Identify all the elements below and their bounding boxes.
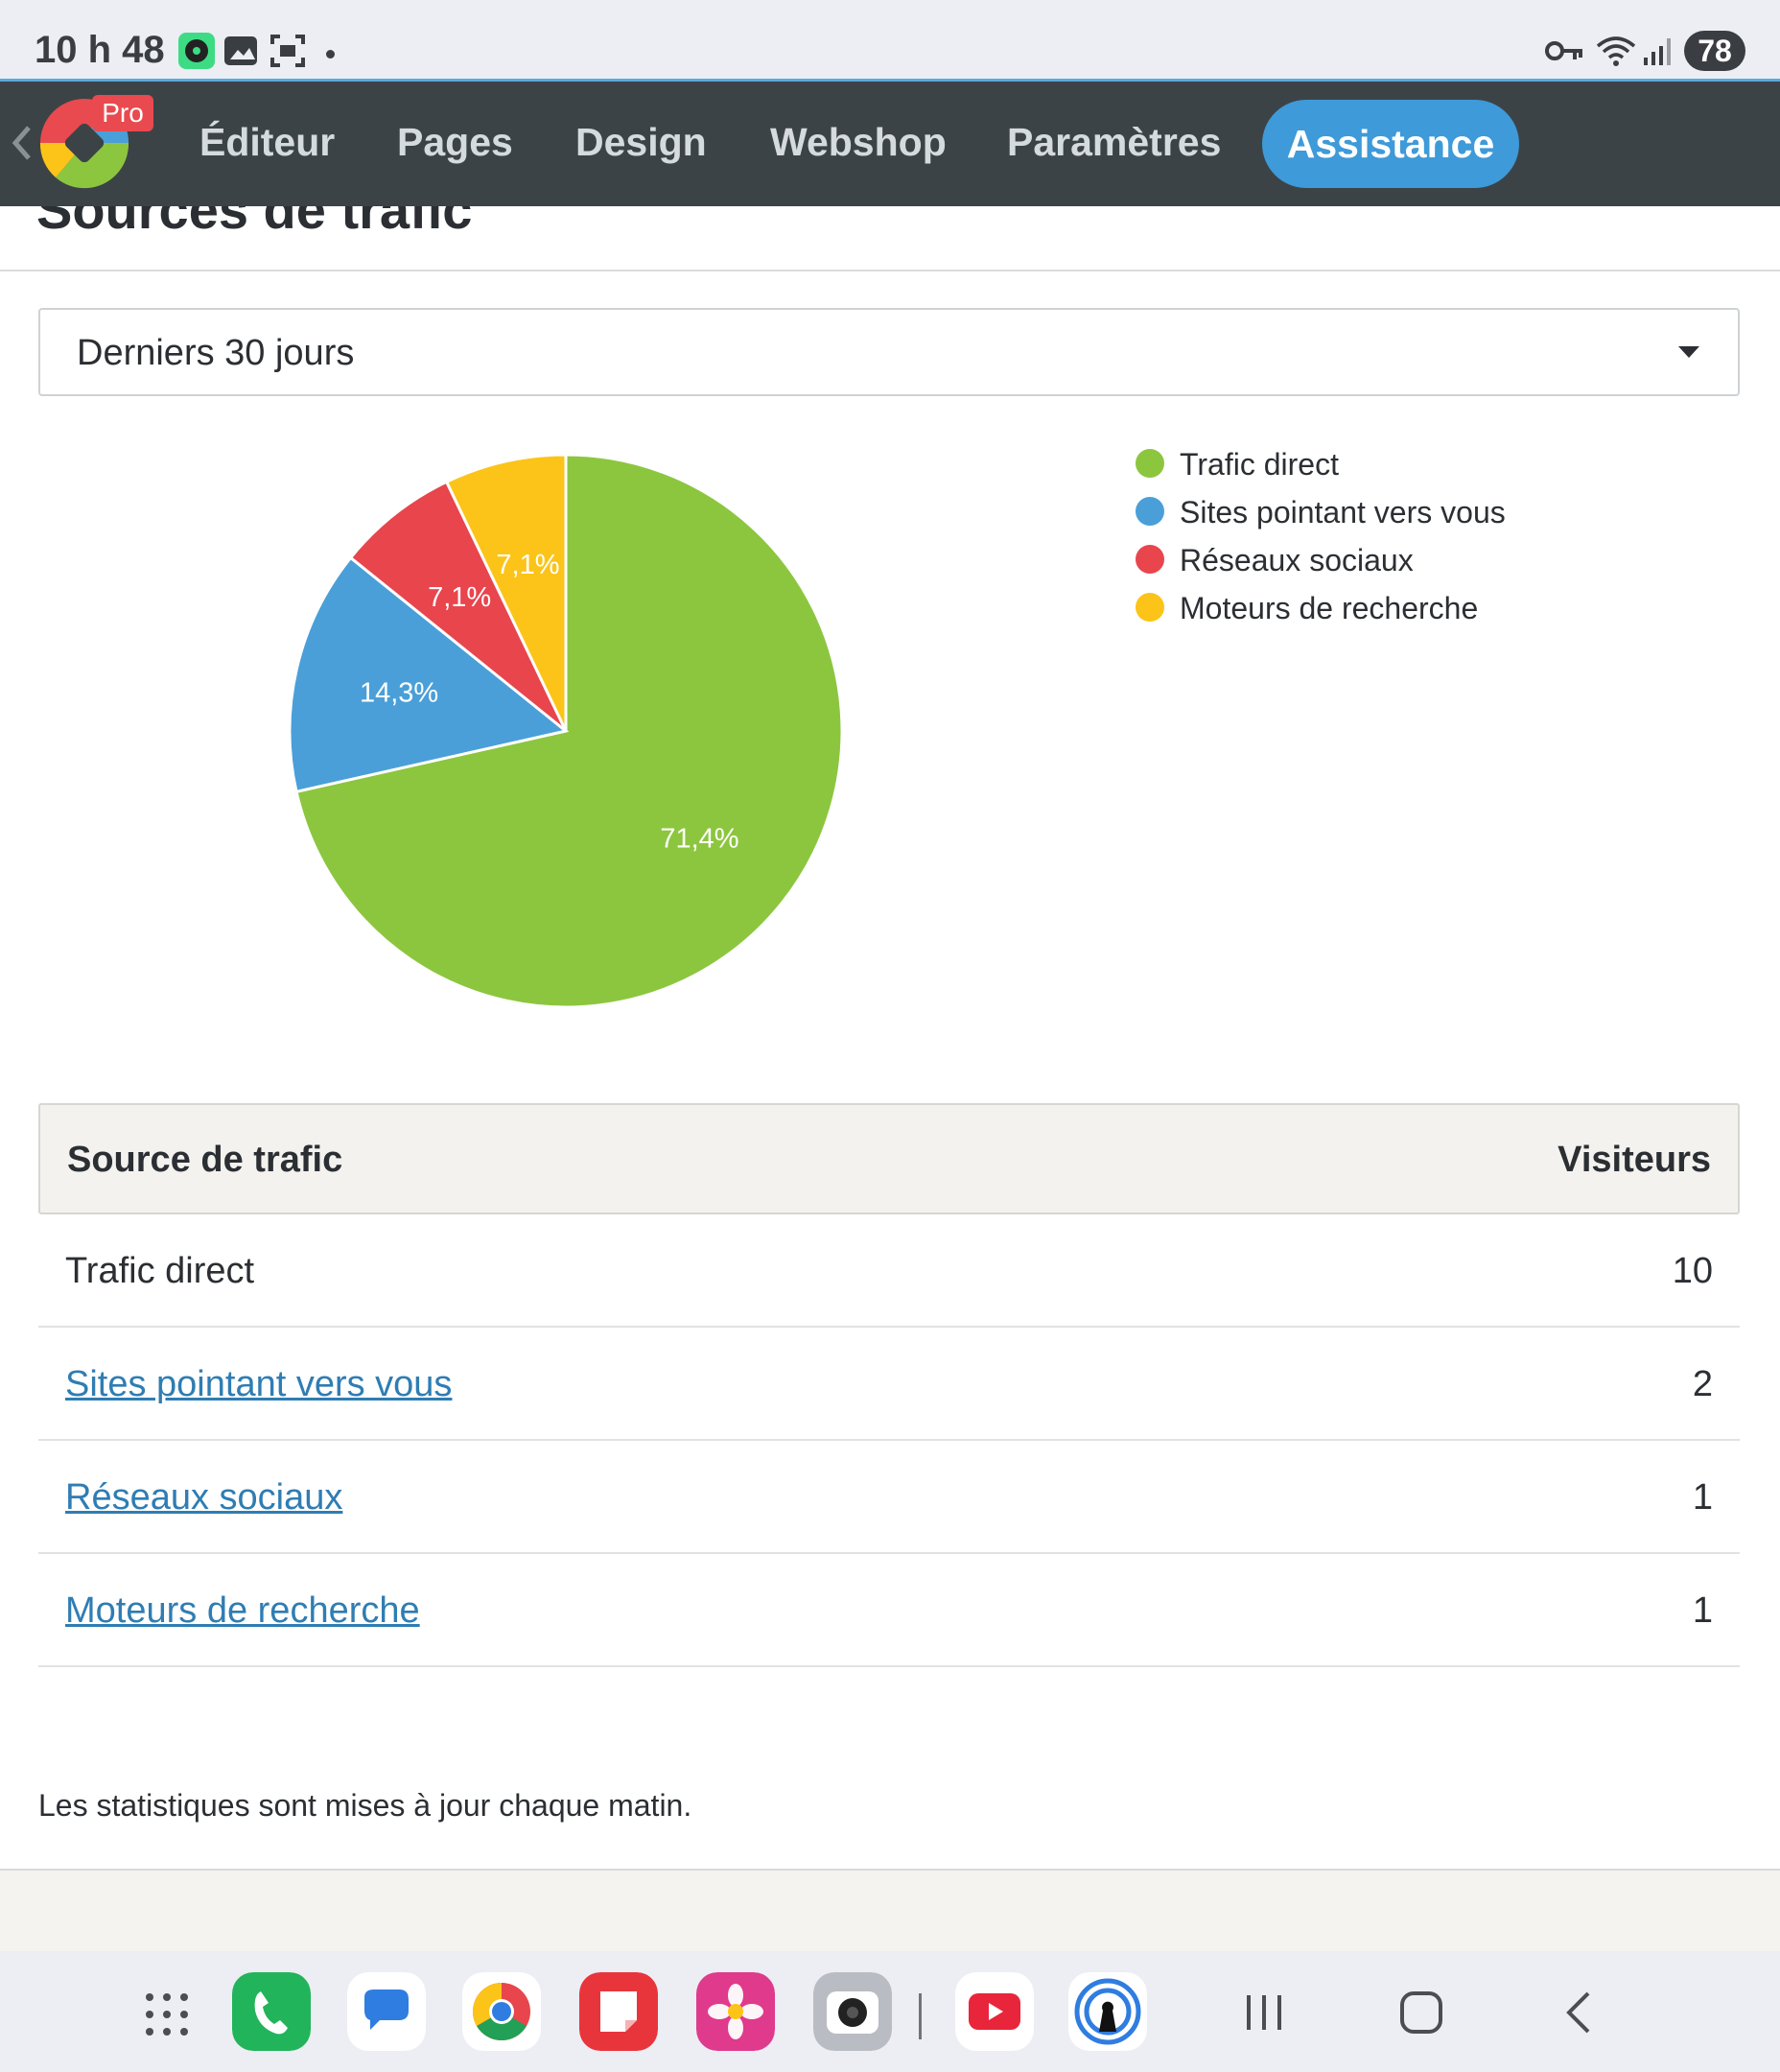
status-time: 10 h 48 [35, 29, 165, 71]
back-icon[interactable] [1561, 1990, 1596, 2036]
column-header-source: Source de trafic [67, 1140, 343, 1180]
row-visitors: 1 [1692, 1590, 1713, 1631]
traffic-table: Source de trafic Visiteurs Trafic direct… [38, 1103, 1740, 1667]
legend-swatch [1136, 497, 1164, 526]
nav-editeur[interactable]: Éditeur [199, 120, 335, 165]
top-navigation: Pro Éditeur Pages Design Webshop Paramèt… [0, 82, 1780, 206]
row-source-search-link[interactable]: Moteurs de recherche [65, 1590, 420, 1632]
period-select[interactable]: Derniers 30 jours [38, 308, 1740, 396]
camera-icon[interactable] [813, 1972, 892, 2051]
signal-icon [1644, 38, 1671, 65]
pie-label-1: 14,3% [360, 678, 438, 709]
row-visitors: 10 [1672, 1251, 1713, 1291]
pro-badge: Pro [92, 95, 153, 131]
title-clip: Sources de trafic [0, 206, 1780, 270]
chevron-down-icon [1678, 346, 1699, 358]
legend-label: Trafic direct [1180, 447, 1339, 482]
pie-label-2: 7,1% [428, 582, 491, 613]
nav-design[interactable]: Design [575, 120, 707, 165]
row-source-referrers-link[interactable]: Sites pointant vers vous [65, 1364, 452, 1405]
legend-label: Moteurs de recherche [1180, 591, 1479, 625]
row-source-social-link[interactable]: Réseaux sociaux [65, 1477, 342, 1519]
period-select-value: Derniers 30 jours [77, 333, 355, 373]
chrome-icon[interactable] [462, 1972, 541, 2051]
home-icon[interactable] [1398, 1990, 1444, 2036]
nav-pages[interactable]: Pages [397, 120, 513, 165]
wifi-icon [1596, 36, 1636, 66]
nav-assistance[interactable]: Assistance [1262, 100, 1519, 188]
page-footer-area [0, 1869, 1780, 1953]
row-visitors: 2 [1692, 1364, 1713, 1404]
column-header-visitors: Visiteurs [1558, 1140, 1711, 1180]
youtube-icon[interactable] [955, 1972, 1034, 2051]
traffic-pie-chart: 71,4% 14,3% 7,1%7,1% [288, 453, 844, 1009]
system-dock [0, 1951, 1780, 2072]
table-header: Source de trafic Visiteurs [38, 1103, 1740, 1214]
legend-swatch [1136, 449, 1164, 478]
notes-icon[interactable] [579, 1972, 658, 2051]
gallery-icon[interactable] [696, 1972, 775, 2051]
apps-grid-icon[interactable] [144, 1991, 190, 2037]
gallery-notif-icon [224, 36, 257, 65]
status-bar: 10 h 48 78 [0, 0, 1780, 82]
divider [0, 270, 1780, 271]
legend-swatch [1136, 593, 1164, 622]
notification-dot [326, 50, 335, 59]
pie-label-3: 7,1% [496, 550, 559, 580]
nav-back-icon[interactable] [8, 124, 36, 162]
row-source-direct: Trafic direct [65, 1251, 255, 1291]
nav-parametres[interactable]: Paramètres [1007, 120, 1221, 165]
dock-separator [919, 1993, 922, 2039]
screenshot-icon [270, 35, 305, 67]
table-row: Sites pointant vers vous 2 [38, 1328, 1740, 1441]
legend-swatch [1136, 545, 1164, 574]
recent-apps-icon[interactable] [1243, 1991, 1285, 2034]
table-row: Moteurs de recherche 1 [38, 1554, 1740, 1667]
table-row: Trafic direct 10 [38, 1214, 1740, 1328]
vpn-icon[interactable] [1068, 1972, 1147, 2051]
stats-footnote: Les statistiques sont mises à jour chaqu… [38, 1788, 692, 1823]
page-title: Sources de trafic [36, 206, 473, 240]
battery-level: 78 [1684, 31, 1745, 71]
table-row: Réseaux sociaux 1 [38, 1441, 1740, 1554]
nav-webshop[interactable]: Webshop [770, 120, 947, 165]
legend-label: Sites pointant vers vous [1180, 495, 1506, 530]
messages-icon[interactable] [347, 1972, 426, 2051]
phone-icon[interactable] [232, 1972, 311, 2051]
pie-label-0: 71,4% [660, 824, 738, 855]
vpn-key-icon [1545, 41, 1582, 60]
music-app-icon [178, 33, 215, 69]
legend-label: Réseaux sociaux [1180, 543, 1414, 577]
row-visitors: 1 [1692, 1477, 1713, 1518]
